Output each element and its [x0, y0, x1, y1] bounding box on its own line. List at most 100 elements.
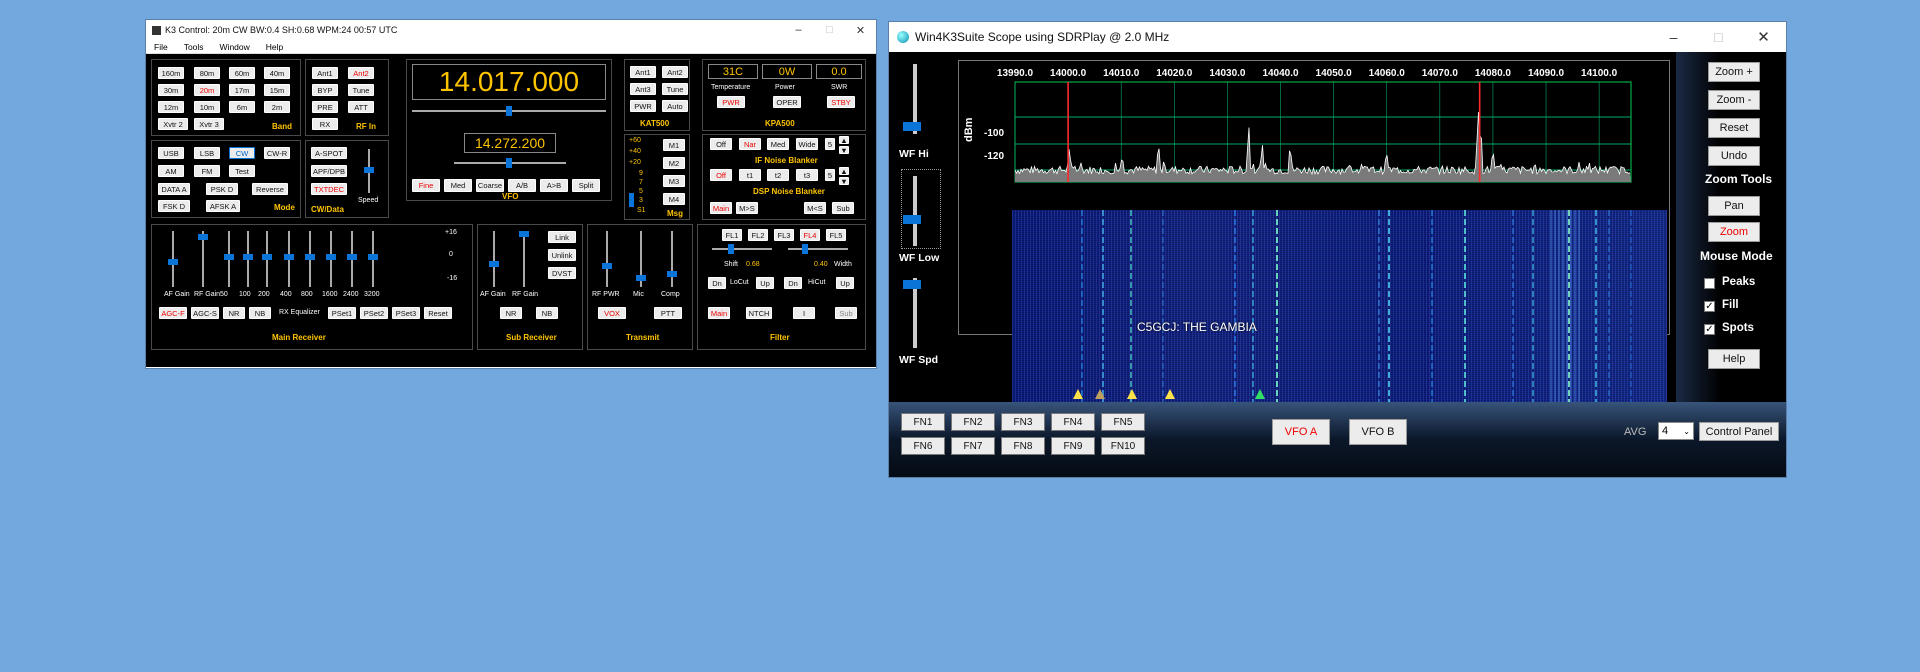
- pset2-button[interactable]: PSet2: [360, 307, 388, 319]
- fn10-button[interactable]: FN10: [1101, 437, 1145, 455]
- sub-button[interactable]: Sub: [832, 202, 854, 214]
- vfo-split-button[interactable]: Split: [572, 179, 600, 192]
- zoom-out-button[interactable]: Zoom -: [1708, 90, 1760, 110]
- mode-reverse-button[interactable]: Reverse: [252, 183, 288, 195]
- control-panel-button[interactable]: Control Panel: [1699, 422, 1779, 441]
- eq-reset-button[interactable]: Reset: [424, 307, 452, 319]
- link-button[interactable]: Link: [548, 231, 576, 243]
- vfo-coarse-button[interactable]: Coarse: [476, 179, 504, 192]
- undo-button[interactable]: Undo: [1708, 146, 1760, 166]
- sub-af-gain-thumb[interactable]: [489, 261, 499, 267]
- sub-nr-button[interactable]: NR: [500, 307, 522, 319]
- fn2-button[interactable]: FN2: [951, 413, 995, 431]
- ptt-button[interactable]: PTT: [654, 307, 682, 319]
- vfo-a-to-b-button[interactable]: A>B: [540, 179, 568, 192]
- band-15m-button[interactable]: 15m: [264, 84, 290, 96]
- mode-am-button[interactable]: AM: [158, 165, 184, 177]
- menu-window[interactable]: Window: [212, 42, 258, 52]
- if-nb-off-button[interactable]: Off: [710, 138, 732, 150]
- close-button[interactable]: ✕: [845, 20, 876, 40]
- fl2-button[interactable]: FL2: [748, 229, 768, 241]
- ntch-button[interactable]: NTCH: [746, 307, 772, 319]
- kpa-oper-button[interactable]: OPER: [773, 96, 801, 108]
- byp-button[interactable]: BYP: [312, 84, 338, 96]
- width-thumb[interactable]: [802, 244, 808, 254]
- locut-up-button[interactable]: Up: [756, 277, 774, 289]
- mode-fsk-d-button[interactable]: FSK D: [158, 200, 190, 212]
- main-rx-slider-thumb[interactable]: [368, 253, 378, 260]
- dsp-nb-down-arrow[interactable]: ▼: [839, 177, 849, 186]
- menu-file[interactable]: File: [146, 42, 176, 52]
- pset3-button[interactable]: PSet3: [392, 307, 420, 319]
- fl5-button[interactable]: FL5: [826, 229, 846, 241]
- band-40m-button[interactable]: 40m: [264, 67, 290, 79]
- fn5-button[interactable]: FN5: [1101, 413, 1145, 431]
- minimize-button[interactable]: –: [783, 20, 814, 40]
- main-rx-slider-thumb[interactable]: [243, 253, 253, 260]
- mode-data-a-button[interactable]: DATA A: [158, 183, 190, 195]
- filter-main-button[interactable]: Main: [708, 307, 730, 319]
- mode-cw-r-button[interactable]: CW-R: [264, 147, 290, 159]
- kat-tune-button[interactable]: Tune: [662, 83, 688, 95]
- att-button[interactable]: ATT: [348, 101, 374, 113]
- fl3-button[interactable]: FL3: [774, 229, 794, 241]
- main-rx-slider-thumb[interactable]: [326, 253, 336, 260]
- mode-usb-button[interactable]: USB: [158, 147, 184, 159]
- mode-lsb-button[interactable]: LSB: [194, 147, 220, 159]
- band-20m-button[interactable]: 20m: [194, 84, 220, 96]
- fl4-button[interactable]: FL4: [800, 229, 820, 241]
- dsp-nb-t3-button[interactable]: t3: [796, 169, 818, 181]
- main-rx-slider-thumb[interactable]: [305, 253, 315, 260]
- fill-checkbox[interactable]: ✓: [1704, 301, 1715, 312]
- rx-button[interactable]: RX: [312, 118, 338, 130]
- ant2-button[interactable]: Ant2: [348, 67, 374, 79]
- nb-button[interactable]: NB: [249, 307, 271, 319]
- main-button[interactable]: Main: [710, 202, 732, 214]
- vfo-ab-button[interactable]: A/B: [508, 179, 536, 192]
- vfo-a-button[interactable]: VFO A: [1272, 419, 1330, 445]
- msg-m1-button[interactable]: M1: [663, 139, 685, 151]
- msg-m3-button[interactable]: M3: [663, 175, 685, 187]
- waterfall-display[interactable]: [1012, 210, 1667, 403]
- txtdec-button[interactable]: TXTDEC: [311, 183, 347, 195]
- main-rx-slider-thumb[interactable]: [168, 258, 178, 265]
- main-rx-slider-thumb[interactable]: [198, 233, 208, 240]
- m-from-s-button[interactable]: M<S: [804, 202, 826, 214]
- band-6m-button[interactable]: 6m: [229, 101, 255, 113]
- mode-afsk-a-button[interactable]: AFSK A: [206, 200, 240, 212]
- main-rx-slider-thumb[interactable]: [224, 253, 234, 260]
- kat-ant1-button[interactable]: Ant1: [630, 66, 656, 78]
- mode-fm-button[interactable]: FM: [194, 165, 220, 177]
- vfo-med-button[interactable]: Med: [444, 179, 472, 192]
- band-160m-button[interactable]: 160m: [158, 67, 184, 79]
- kpa-stby-button[interactable]: STBY: [827, 96, 855, 108]
- mode-test-button[interactable]: Test: [229, 165, 255, 177]
- apf-dpb-button[interactable]: APF/DPB: [311, 165, 347, 177]
- main-rx-slider-thumb[interactable]: [262, 253, 272, 260]
- fn3-button[interactable]: FN3: [1001, 413, 1045, 431]
- band-30m-button[interactable]: 30m: [158, 84, 184, 96]
- mic-thumb[interactable]: [636, 275, 646, 281]
- if-nb-level[interactable]: 5: [825, 138, 835, 150]
- fn6-button[interactable]: FN6: [901, 437, 945, 455]
- if-nb-med-button[interactable]: Med: [767, 138, 789, 150]
- fn4-button[interactable]: FN4: [1051, 413, 1095, 431]
- maximize-button[interactable]: □: [814, 20, 845, 40]
- menu-tools[interactable]: Tools: [176, 42, 212, 52]
- msg-m2-button[interactable]: M2: [663, 157, 685, 169]
- ant1-button[interactable]: Ant1: [312, 67, 338, 79]
- tune-button[interactable]: Tune: [348, 84, 374, 96]
- dsp-nb-level[interactable]: 5: [825, 169, 835, 181]
- peaks-checkbox[interactable]: [1704, 278, 1715, 289]
- zoom-button[interactable]: Zoom: [1708, 222, 1760, 242]
- band-80m-button[interactable]: 80m: [194, 67, 220, 79]
- cw-speed-thumb[interactable]: [364, 167, 374, 173]
- fn8-button[interactable]: FN8: [1001, 437, 1045, 455]
- agc-s-button[interactable]: AGC-S: [191, 307, 219, 319]
- filter-sub-button[interactable]: Sub: [835, 307, 857, 319]
- avg-select[interactable]: 4 ⌄: [1658, 422, 1694, 440]
- vox-button[interactable]: VOX: [598, 307, 626, 319]
- mode-cw-button[interactable]: CW: [229, 147, 255, 159]
- agc-f-button[interactable]: AGC-F: [159, 307, 187, 319]
- a-spot-button[interactable]: A-SPOT: [311, 147, 347, 159]
